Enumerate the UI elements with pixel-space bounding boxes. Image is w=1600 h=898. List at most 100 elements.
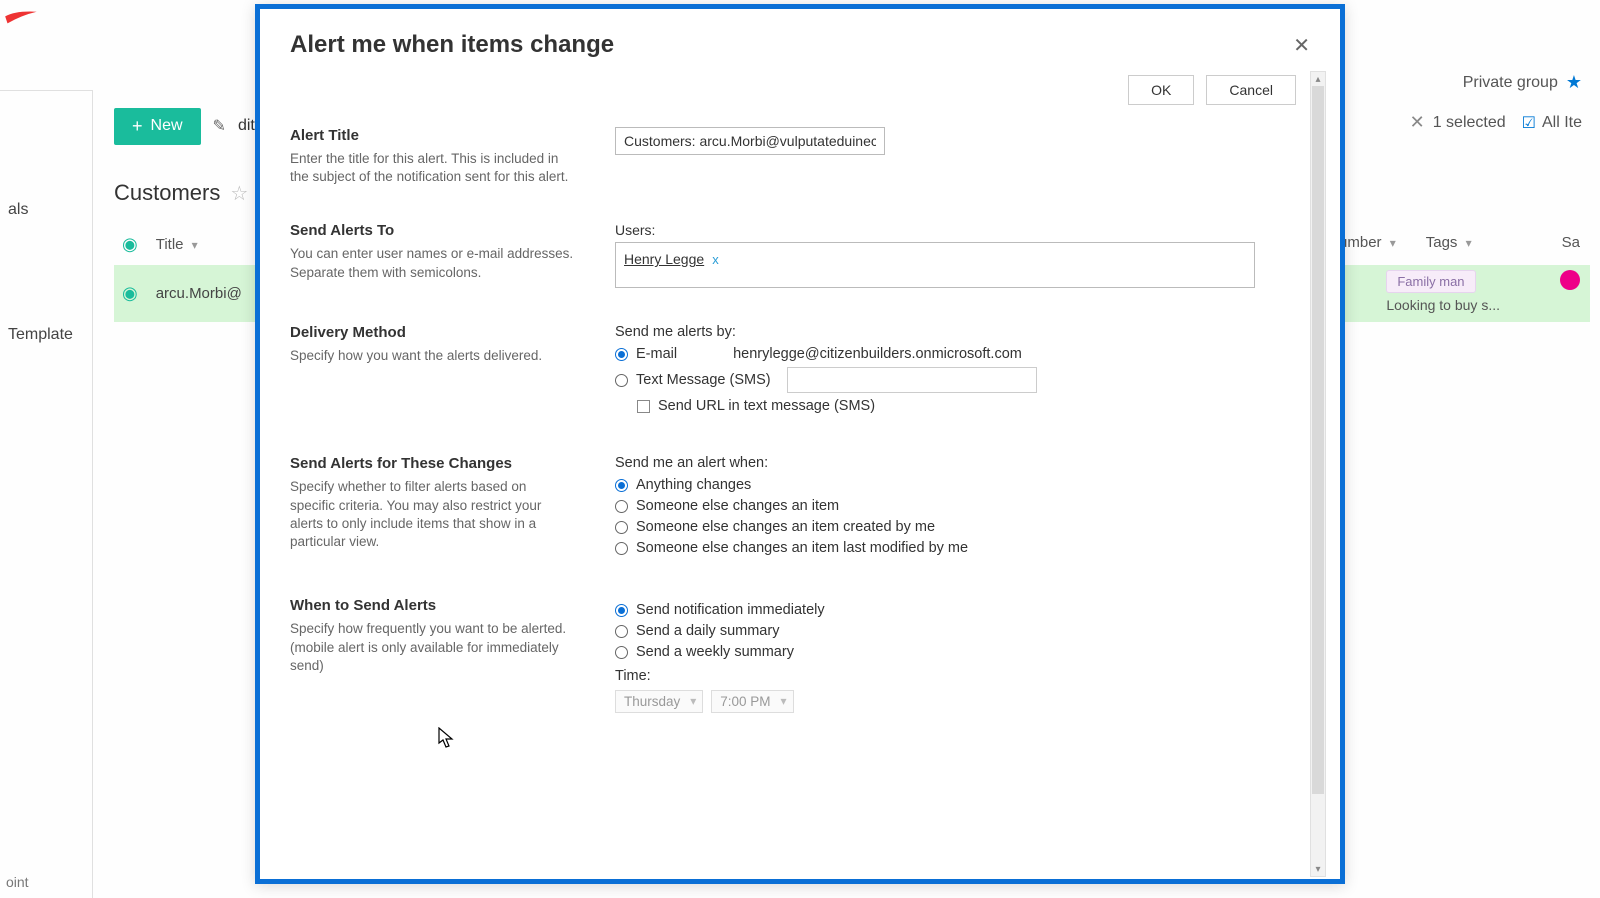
app-logo-icon (4, 8, 39, 26)
radio-checked-icon (615, 604, 628, 617)
remove-user-icon[interactable]: x (712, 252, 719, 267)
dialog-body: OK Cancel Alert Title Enter the title fo… (290, 69, 1296, 879)
column-title-label: Title (156, 236, 184, 253)
check-circle-icon[interactable]: ◉ (122, 234, 138, 255)
delivery-sms-radio[interactable]: Text Message (SMS) (615, 367, 1296, 393)
plus-icon: + (132, 116, 143, 137)
star-outline-icon[interactable]: ☆ (230, 181, 248, 206)
radio-unchecked-icon (615, 500, 628, 513)
sms-number-input[interactable] (787, 367, 1037, 393)
ok-button[interactable]: OK (1128, 75, 1194, 105)
radio-unchecked-icon (615, 542, 628, 555)
hour-select[interactable]: 7:00 PM (711, 690, 793, 713)
delivery-email-radio[interactable]: E-mail henrylegge@citizenbuilders.onmicr… (615, 346, 1296, 362)
section-changes: Send Alerts for These Changes Specify wh… (290, 445, 1296, 587)
column-tags-label: Tags (1426, 234, 1458, 251)
sidebar-item-fragment[interactable]: als (0, 195, 36, 225)
clear-selection-icon[interactable]: ✕ (1410, 112, 1425, 133)
radio-unchecked-icon (615, 374, 628, 387)
edit-label-fragment: dit (238, 117, 255, 135)
column-title-header[interactable]: Title ▾ (156, 236, 198, 253)
radio-unchecked-icon (615, 646, 628, 659)
column-number-label: umber (1339, 234, 1382, 251)
send-url-sms-label: Send URL in text message (SMS) (658, 398, 875, 414)
section-alert-title: Alert Title Enter the title for this ale… (290, 117, 1296, 212)
tag-pill[interactable]: Family man (1386, 270, 1475, 293)
avatar-icon (1560, 270, 1580, 290)
send-to-heading: Send Alerts To (290, 222, 575, 239)
dialog-scrollbar[interactable]: ▴ ▾ (1310, 71, 1326, 877)
checkbox-unchecked-icon (637, 400, 650, 413)
change-someone-label: Someone else changes an item (636, 498, 839, 514)
selection-indicator[interactable]: ✕ 1 selected (1410, 112, 1506, 133)
new-button-label: New (151, 117, 183, 135)
section-when: When to Send Alerts Specify how frequent… (290, 587, 1296, 723)
scroll-down-icon[interactable]: ▾ (1311, 862, 1325, 876)
send-url-sms-checkbox[interactable]: Send URL in text message (SMS) (637, 398, 1296, 414)
when-heading: When to Send Alerts (290, 597, 575, 614)
private-group-label: Private group (1463, 74, 1558, 92)
column-sa-header[interactable]: Sa (1562, 234, 1580, 251)
when-desc: Specify how frequently you want to be al… (290, 620, 575, 675)
when-daily-radio[interactable]: Send a daily summary (615, 623, 1296, 639)
delivery-desc: Specify how you want the alerts delivere… (290, 347, 575, 365)
change-modified-radio[interactable]: Someone else changes an item last modifi… (615, 540, 1296, 556)
send-to-desc: You can enter user names or e-mail addre… (290, 245, 575, 281)
when-immediate-radio[interactable]: Send notification immediately (615, 602, 1296, 618)
change-created-radio[interactable]: Someone else changes an item created by … (615, 519, 1296, 535)
alert-title-desc: Enter the title for this alert. This is … (290, 150, 575, 186)
section-delivery: Delivery Method Specify how you want the… (290, 314, 1296, 445)
user-chip[interactable]: Henry Legge (624, 251, 704, 267)
divider (0, 90, 92, 91)
alert-title-heading: Alert Title (290, 127, 575, 144)
row-title-cell: arcu.Morbi@ (156, 285, 242, 302)
dialog-body-wrap: ▴ ▾ OK Cancel Alert Title Enter the titl… (260, 69, 1340, 879)
list-title: Customers (114, 180, 220, 206)
chevron-down-icon: ▾ (192, 238, 198, 252)
column-tags-header[interactable]: Tags ▾ (1426, 234, 1472, 251)
scroll-up-icon[interactable]: ▴ (1311, 72, 1325, 86)
sms-label: Text Message (SMS) (636, 372, 771, 388)
chevron-down-icon: ▾ (1466, 236, 1472, 250)
dialog-header: Alert me when items change ✕ (260, 9, 1340, 69)
email-label: E-mail (636, 346, 677, 362)
delivery-heading: Delivery Method (290, 324, 575, 341)
check-circle-filled-icon[interactable]: ◉ (122, 283, 138, 304)
when-weekly-radio[interactable]: Send a weekly summary (615, 644, 1296, 660)
changes-desc: Specify whether to filter alerts based o… (290, 478, 575, 551)
changes-subhead: Send me an alert when: (615, 455, 1296, 471)
change-anything-radio[interactable]: Anything changes (615, 477, 1296, 493)
alert-title-input[interactable] (615, 127, 885, 155)
dialog-title: Alert me when items change (290, 31, 614, 59)
radio-unchecked-icon (615, 625, 628, 638)
when-daily-label: Send a daily summary (636, 623, 779, 639)
when-immediate-label: Send notification immediately (636, 602, 825, 618)
when-weekly-label: Send a weekly summary (636, 644, 794, 660)
group-visibility: Private group ★ (1463, 72, 1582, 93)
all-items-label: All Ite (1542, 114, 1582, 132)
dialog-actions-top: OK Cancel (290, 75, 1296, 105)
change-created-label: Someone else changes an item created by … (636, 519, 935, 535)
change-someone-radio[interactable]: Someone else changes an item (615, 498, 1296, 514)
chevron-down-icon: ▾ (1390, 236, 1396, 250)
scrollbar-thumb[interactable] (1312, 86, 1324, 794)
sidebar-item-template[interactable]: Template (0, 322, 81, 348)
day-select[interactable]: Thursday (615, 690, 703, 713)
section-send-to: Send Alerts To You can enter user names … (290, 212, 1296, 314)
column-number-header[interactable]: umber ▾ (1339, 234, 1396, 251)
users-input[interactable]: Henry Legge x (615, 242, 1255, 288)
alert-dialog: Alert me when items change ✕ ▴ ▾ OK Canc… (255, 4, 1345, 884)
footer-text: oint (0, 870, 35, 894)
changes-heading: Send Alerts for These Changes (290, 455, 575, 472)
close-icon[interactable]: ✕ (1293, 33, 1310, 58)
cancel-button[interactable]: Cancel (1206, 75, 1296, 105)
radio-checked-icon (615, 348, 628, 361)
edit-icon[interactable]: ✎ (213, 116, 226, 136)
change-modified-label: Someone else changes an item last modifi… (636, 540, 968, 556)
email-value: henrylegge@citizenbuilders.onmicrosoft.c… (733, 346, 1022, 362)
view-all-items[interactable]: ☑ All Ite (1522, 113, 1582, 133)
time-selects: Thursday 7:00 PM (615, 690, 1296, 713)
new-button[interactable]: + New (114, 108, 201, 145)
radio-checked-icon (615, 479, 628, 492)
star-filled-icon[interactable]: ★ (1566, 72, 1582, 93)
